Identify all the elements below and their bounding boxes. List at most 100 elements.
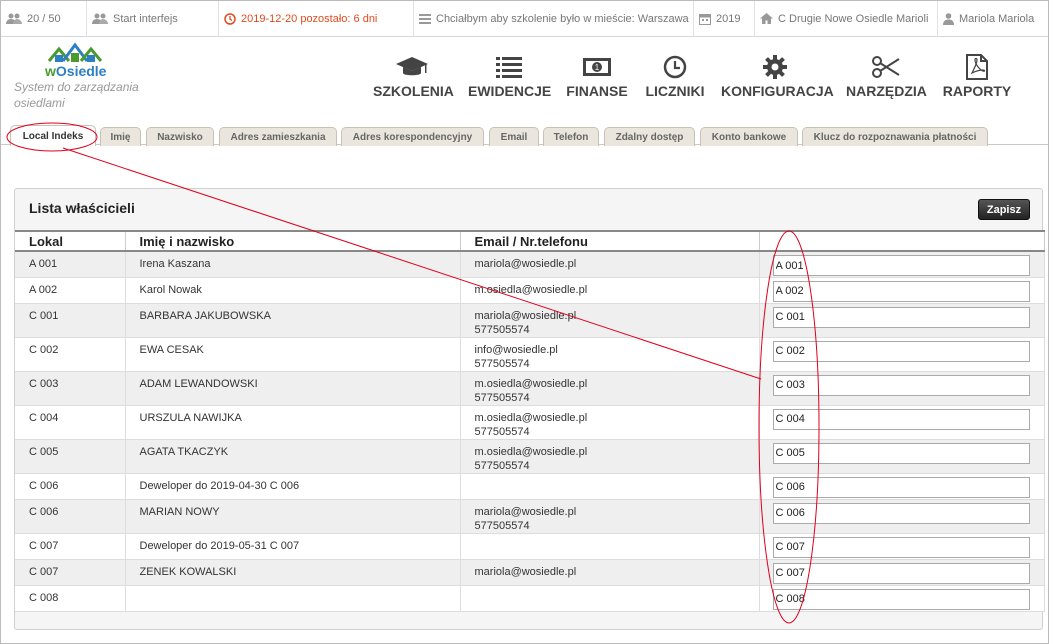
local-index-input[interactable] bbox=[772, 476, 1030, 498]
cell-name: ZENEK KOWALSKI bbox=[125, 559, 461, 586]
nav-raporty-label: RAPORTY bbox=[942, 83, 1012, 99]
cell-email: mariola@wosiedle.pl bbox=[474, 258, 577, 270]
local-index-input[interactable] bbox=[772, 340, 1030, 362]
nav-konfiguracja-label: KONFIGURACJA bbox=[721, 83, 834, 99]
tab-konto-bankowe[interactable]: Konto bankowe bbox=[700, 127, 798, 146]
local-index-input[interactable] bbox=[772, 442, 1030, 464]
save-button[interactable]: Zapisz bbox=[978, 199, 1030, 220]
cell-contact bbox=[460, 473, 760, 500]
nav-liczniki-label: LICZNIKI bbox=[645, 83, 705, 99]
cell-phone: 577505574 bbox=[474, 519, 530, 532]
cell-local-index bbox=[759, 559, 1045, 586]
cell-name: Karol Nowak bbox=[125, 277, 461, 304]
cell-email: m.osiedla@wosiedle.pl bbox=[474, 283, 588, 296]
cell-local-index bbox=[759, 585, 1045, 612]
cell-contact: mariola@wosiedle.pl 577505574 bbox=[460, 499, 760, 534]
list-icon bbox=[468, 53, 550, 81]
owners-table: Lokal Imię i nazwisko Email / Nr.telefon… bbox=[15, 230, 1045, 612]
table-row: C 008 bbox=[15, 585, 1045, 612]
year-selector[interactable]: 2019 bbox=[694, 0, 755, 37]
owners-panel: Lista właścicieli Zapisz Lokal Imię i na… bbox=[14, 188, 1045, 630]
menu-lines-icon bbox=[419, 13, 431, 24]
local-index-input[interactable] bbox=[772, 280, 1030, 302]
nav-finanse[interactable]: 1 FINANSE bbox=[566, 53, 628, 99]
cell-lokal: A 001 bbox=[15, 251, 126, 278]
table-row: C 001 BARBARA JAKUBOWSKA mariola@wosiedle.… bbox=[15, 303, 1045, 338]
cell-local-index bbox=[759, 499, 1045, 534]
col-header-value bbox=[759, 230, 1045, 252]
cell-contact: m.osiedla@wosiedle.pl 577505574 bbox=[460, 439, 760, 474]
deadline-text: 2019-12-20 pozostało: 6 dni bbox=[241, 12, 378, 25]
cell-lokal: C 005 bbox=[15, 439, 126, 474]
tab-telefon[interactable]: Telefon bbox=[543, 127, 599, 146]
local-index-input[interactable] bbox=[772, 374, 1030, 396]
cell-contact bbox=[460, 533, 760, 560]
start-interface-link[interactable]: Start interfejs bbox=[87, 0, 219, 37]
tab-adres-zamieszkania[interactable]: Adres zamieszkania bbox=[219, 127, 337, 146]
cell-name: EWA CESAK bbox=[125, 337, 461, 372]
tab-adres-korespondencyjny[interactable]: Adres korespondencyjny bbox=[341, 127, 484, 146]
tab-imie[interactable]: Imię bbox=[100, 127, 141, 146]
cell-lokal: C 001 bbox=[15, 303, 126, 338]
cell-lokal: A 002 bbox=[15, 277, 126, 304]
cell-email: mariola@wosiedle.pl bbox=[474, 505, 577, 518]
local-index-input[interactable] bbox=[772, 502, 1030, 524]
cell-contact: mariola@wosiedle.pl 577505574 bbox=[460, 303, 760, 338]
home-icon bbox=[760, 13, 773, 24]
cell-lokal: C 003 bbox=[15, 371, 126, 406]
cell-local-index bbox=[759, 337, 1045, 372]
main-nav: SZKOLENIA EWIDENCJE 1 FINANSE LICZNIKI K… bbox=[1, 53, 1048, 103]
cell-local-index bbox=[759, 303, 1045, 338]
cell-email: m.osiedla@wosiedle.pl bbox=[474, 411, 588, 424]
cell-phone: 577505574 bbox=[474, 425, 530, 438]
local-index-input[interactable] bbox=[772, 588, 1030, 610]
cell-contact: mariola@wosiedle.pl bbox=[460, 251, 760, 278]
cell-local-index bbox=[759, 405, 1045, 440]
estate-selector[interactable]: C Drugie Nowe Osiedle Marioli bbox=[755, 0, 938, 37]
cell-name: MARIAN NOWY bbox=[125, 499, 461, 534]
training-message[interactable]: Chciałbym aby szkolenie było w mieście: … bbox=[414, 0, 694, 37]
nav-konfiguracja[interactable]: KONFIGURACJA bbox=[721, 53, 834, 99]
gear-icon bbox=[721, 53, 829, 81]
nav-ewidencje[interactable]: EWIDENCJE bbox=[468, 53, 551, 99]
graduation-cap-icon bbox=[373, 53, 451, 81]
nav-narzedzia[interactable]: NARZĘDZIA bbox=[846, 53, 927, 99]
user-menu[interactable]: Mariola Mariola bbox=[938, 1, 1046, 37]
cell-email: m.osiedla@wosiedle.pl bbox=[474, 445, 588, 458]
cell-lokal: C 004 bbox=[15, 405, 126, 440]
deadline-notice[interactable]: 2019-12-20 pozostało: 6 dni bbox=[219, 0, 414, 37]
nav-narzedzia-label: NARZĘDZIA bbox=[846, 83, 927, 99]
table-row: C 002 EWA CESAK info@wosiedle.pl 577505574 bbox=[15, 337, 1045, 372]
clock-icon bbox=[224, 12, 236, 25]
local-index-input[interactable] bbox=[772, 408, 1030, 430]
nav-liczniki[interactable]: LICZNIKI bbox=[644, 53, 706, 99]
local-index-input[interactable] bbox=[772, 536, 1030, 558]
users-counter[interactable]: 20 / 50 bbox=[1, 0, 87, 37]
field-tabs: Local Indeks Imię Nazwisko Adres zamiesz… bbox=[1, 125, 1048, 146]
svg-text:1: 1 bbox=[595, 63, 600, 72]
nav-szkolenia[interactable]: SZKOLENIA bbox=[373, 53, 454, 99]
col-header-contact: Email / Nr.telefonu bbox=[460, 230, 760, 252]
cell-name: ADAM LEWANDOWSKI bbox=[125, 371, 461, 406]
cell-phone: 577505574 bbox=[474, 459, 530, 472]
cell-email: info@wosiedle.pl bbox=[474, 343, 558, 356]
local-index-input[interactable] bbox=[772, 306, 1030, 328]
local-index-input[interactable] bbox=[772, 255, 1030, 276]
table-row: C 005 AGATA TKACZYK m.osiedla@wosiedle.pl 5… bbox=[15, 439, 1045, 474]
scissors-icon bbox=[846, 53, 926, 81]
table-row: A 002 Karol Nowak m.osiedla@wosiedle.pl bbox=[15, 277, 1045, 304]
tab-local-indeks[interactable]: Local Indeks bbox=[10, 125, 96, 146]
cell-email: m.osiedla@wosiedle.pl bbox=[474, 377, 588, 390]
nav-raporty[interactable]: RAPORTY bbox=[941, 53, 1013, 99]
estate-name: C Drugie Nowe Osiedle Marioli bbox=[778, 12, 929, 25]
cell-lokal: C 008 bbox=[15, 585, 126, 612]
local-index-input[interactable] bbox=[772, 562, 1030, 584]
training-message-text: Chciałbym aby szkolenie było w mieście: … bbox=[436, 12, 689, 25]
cell-name: Deweloper do 2019-05-31 C 007 bbox=[125, 533, 461, 560]
tab-klucz-platnosci[interactable]: Klucz do rozpoznawania płatności bbox=[802, 127, 988, 146]
calendar-icon bbox=[699, 13, 711, 25]
tab-zdalny-dostep[interactable]: Zdalny dostęp bbox=[604, 127, 695, 146]
tab-email[interactable]: Email bbox=[489, 127, 539, 146]
cell-local-index bbox=[759, 473, 1045, 500]
tab-nazwisko[interactable]: Nazwisko bbox=[146, 127, 214, 146]
